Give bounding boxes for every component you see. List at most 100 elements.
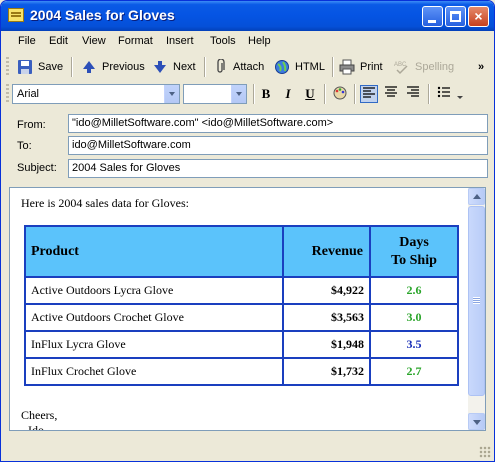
- scroll-down-button[interactable]: [468, 413, 485, 430]
- toolbar-overflow-chevron[interactable]: »: [478, 57, 484, 77]
- bullet-list-button[interactable]: [435, 85, 453, 103]
- font-name-select[interactable]: Arial: [12, 84, 180, 104]
- save-label: Save: [38, 61, 64, 73]
- chevron-down-icon[interactable]: [231, 85, 246, 103]
- days-cell: 3.5: [369, 330, 459, 359]
- toolbar-separator: [354, 84, 356, 104]
- intro-text: Here is 2004 sales data for Gloves:: [21, 196, 189, 210]
- save-button[interactable]: Save: [17, 57, 63, 77]
- menu-help[interactable]: Help: [248, 35, 271, 47]
- toolbar-separator: [71, 57, 73, 77]
- product-cell: InFlux Lycra Glove: [24, 330, 284, 359]
- days-cell: 3.0: [369, 303, 459, 332]
- format-toolbar: Arial B I U: [4, 81, 493, 106]
- email-window: 2004 Sales for Gloves × File Edit View F…: [0, 0, 495, 462]
- close-icon: ×: [474, 8, 483, 24]
- days-cell: 2.7: [369, 357, 459, 386]
- spelling-button[interactable]: ABC Spelling: [394, 57, 454, 77]
- to-field[interactable]: ido@MilletSoftware.com: [68, 136, 488, 155]
- menu-view[interactable]: View: [82, 35, 106, 47]
- from-label: From:: [17, 119, 46, 131]
- product-cell: InFlux Crochet Glove: [24, 357, 284, 386]
- scroll-up-button[interactable]: [468, 188, 485, 205]
- chevron-down-icon[interactable]: [164, 85, 179, 103]
- column-header-product: Product: [24, 225, 284, 278]
- product-cell: Active Outdoors Crochet Glove: [24, 303, 284, 332]
- toolbar-separator: [253, 84, 255, 104]
- toolbar-separator: [324, 84, 326, 104]
- maximize-button[interactable]: [445, 6, 466, 27]
- table-row: InFlux Crochet Glove $1,732 2.7: [24, 357, 459, 386]
- column-header-revenue: Revenue: [282, 225, 371, 278]
- toolbar-separator: [204, 57, 206, 77]
- message-icon: [8, 8, 24, 22]
- menu-insert[interactable]: Insert: [166, 35, 194, 47]
- revenue-cell: $3,563: [282, 303, 371, 332]
- spelling-label: Spelling: [415, 61, 455, 73]
- to-label: To:: [17, 140, 32, 152]
- underline-button[interactable]: U: [301, 85, 319, 103]
- bullet-list-icon: [437, 86, 450, 98]
- toolbar-separator: [428, 84, 430, 104]
- days-header-line1: Days: [399, 234, 429, 250]
- product-cell: Active Outdoors Lycra Glove: [24, 276, 284, 305]
- globe-icon: [274, 59, 290, 75]
- days-cell: 2.6: [369, 276, 459, 305]
- menu-format[interactable]: Format: [118, 35, 153, 47]
- align-right-icon: [407, 86, 419, 97]
- scroll-thumb[interactable]: [468, 206, 485, 396]
- down-arrow-icon: [152, 59, 168, 75]
- vertical-scrollbar[interactable]: [468, 188, 485, 430]
- font-size-select[interactable]: [183, 84, 247, 104]
- closing-line-1: Cheers,: [21, 408, 58, 422]
- message-body[interactable]: Here is 2004 sales data for Gloves: Prod…: [9, 187, 486, 431]
- up-arrow-icon: [81, 59, 97, 75]
- align-left-button[interactable]: [360, 85, 378, 103]
- next-button[interactable]: Next: [152, 57, 196, 77]
- print-label: Print: [360, 61, 383, 73]
- format-toolbar-grip[interactable]: [6, 84, 9, 104]
- title-bar[interactable]: 2004 Sales for Gloves ×: [1, 1, 494, 31]
- menu-tools[interactable]: Tools: [210, 35, 236, 47]
- toolbar-separator: [332, 57, 334, 77]
- align-right-button[interactable]: [404, 85, 422, 103]
- from-field[interactable]: "ido@MilletSoftware.com" <ido@MilletSoft…: [68, 114, 488, 133]
- paint-palette-icon: [333, 86, 347, 100]
- subject-field[interactable]: 2004 Sales for Gloves: [68, 159, 488, 178]
- html-label: HTML: [295, 61, 325, 73]
- font-color-button[interactable]: [331, 85, 349, 103]
- subject-label: Subject:: [17, 162, 57, 174]
- next-label: Next: [173, 61, 196, 73]
- menu-edit[interactable]: Edit: [49, 35, 68, 47]
- minimize-button[interactable]: [422, 6, 443, 27]
- column-header-days-to-ship: Days To Ship: [369, 225, 459, 278]
- days-header-line2: To Ship: [391, 252, 437, 268]
- table-row: Active Outdoors Lycra Glove $4,922 2.6: [24, 276, 459, 305]
- table-row: InFlux Lycra Glove $1,948 3.5: [24, 330, 459, 359]
- resize-grip[interactable]: [479, 446, 491, 458]
- bold-button[interactable]: B: [257, 85, 275, 103]
- paperclip-icon: [212, 58, 228, 75]
- previous-button[interactable]: Previous: [81, 57, 145, 77]
- align-left-icon: [363, 87, 375, 98]
- menu-bar: File Edit View Format Insert Tools Help: [4, 32, 493, 52]
- chevron-down-icon[interactable]: [455, 85, 465, 103]
- attach-button[interactable]: Attach: [212, 57, 264, 77]
- closing-line-2: - Ido: [21, 423, 44, 431]
- window-title: 2004 Sales for Gloves: [30, 7, 175, 23]
- attach-label: Attach: [233, 61, 265, 73]
- menu-file[interactable]: File: [18, 35, 36, 47]
- revenue-cell: $1,948: [282, 330, 371, 359]
- previous-label: Previous: [102, 61, 145, 73]
- html-button[interactable]: HTML: [274, 57, 325, 77]
- revenue-cell: $1,732: [282, 357, 371, 386]
- table-header-row: Product Revenue Days To Ship: [24, 225, 459, 278]
- sales-table: Product Revenue Days To Ship Active Outd…: [24, 225, 459, 386]
- italic-button[interactable]: I: [279, 85, 297, 103]
- toolbar-grip[interactable]: [6, 57, 9, 77]
- print-button[interactable]: Print: [339, 57, 383, 77]
- close-button[interactable]: ×: [468, 6, 489, 27]
- align-center-button[interactable]: [382, 85, 400, 103]
- revenue-cell: $4,922: [282, 276, 371, 305]
- floppy-disk-icon: [17, 59, 33, 75]
